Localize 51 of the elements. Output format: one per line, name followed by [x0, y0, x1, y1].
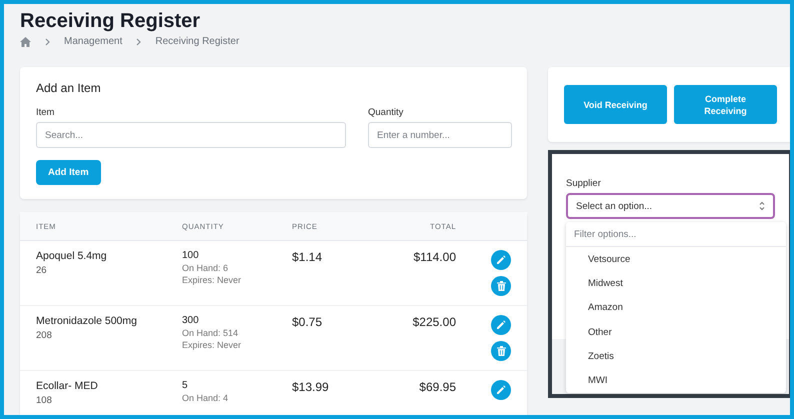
item-search-field[interactable]: Search... — [36, 122, 346, 148]
expires-text: Expires: Never — [182, 275, 242, 285]
dropdown-option[interactable]: Zoetis — [588, 350, 614, 362]
field-label: Quantity — [368, 107, 404, 118]
item-code: 108 — [36, 395, 53, 406]
quantity-field[interactable]: Enter a number... — [368, 122, 512, 148]
item-code: 26 — [36, 265, 48, 276]
edit-button[interactable] — [491, 380, 511, 400]
quantity-cell-text: 5 — [182, 380, 189, 391]
price-cell-text: $1.14 — [292, 250, 324, 264]
breadcrumb-item: Receiving Register — [155, 36, 240, 47]
chevron-icon — [136, 38, 142, 46]
edit-button[interactable] — [491, 250, 511, 270]
field-label: Item — [36, 107, 56, 118]
total-cell-text: $69.95 — [418, 380, 456, 394]
on-hand-text: On Hand: 4 — [182, 393, 230, 403]
trash-icon — [496, 281, 506, 291]
total-cell-text: $225.00 — [412, 315, 456, 329]
page-title: Receiving Register — [20, 9, 202, 34]
pencil-icon — [496, 385, 506, 395]
pencil-icon — [496, 320, 506, 330]
delete-button[interactable] — [491, 341, 511, 361]
edit-button[interactable] — [491, 315, 511, 335]
dropdown-option[interactable]: Midwest — [588, 278, 623, 289]
up-down-caret-icon — [759, 201, 765, 211]
dropdown-option[interactable]: Amazon — [588, 302, 623, 314]
field-label: Supplier — [566, 178, 602, 189]
breadcrumb-item[interactable]: Management — [64, 36, 122, 47]
on-hand-text: On Hand: 514 — [182, 328, 240, 338]
price-cell-text: $0.75 — [292, 315, 324, 329]
dropdown-option[interactable]: MWI — [588, 375, 608, 386]
dropdown-option[interactable]: Vetsource — [588, 254, 630, 265]
supplier-select[interactable]: Select an option... — [566, 193, 775, 219]
item-name: Ecollar- MED — [36, 380, 99, 392]
total-cell-text: $114.00 — [412, 250, 456, 264]
quantity-cell-text: 300 — [182, 315, 200, 326]
pencil-icon — [496, 255, 506, 265]
delete-button[interactable] — [491, 276, 511, 296]
trash-icon — [496, 346, 506, 356]
card-heading: Add an Item — [36, 81, 102, 95]
quantity-cell-text: 100 — [182, 250, 200, 261]
price-cell-text: $13.99 — [292, 380, 330, 394]
chevron-icon — [45, 38, 50, 46]
item-name: Apoquel 5.4mg — [36, 250, 108, 262]
expires-text: Expires: Never — [182, 340, 242, 350]
on-hand-text: On Hand: 6 — [182, 263, 230, 273]
item-code: 208 — [36, 330, 53, 341]
filter-options-field[interactable]: Filter options... — [566, 222, 786, 247]
item-name: Metronidazole 500mg — [36, 315, 138, 327]
home-icon[interactable] — [20, 36, 31, 46]
dropdown-option[interactable]: Other — [588, 326, 612, 338]
